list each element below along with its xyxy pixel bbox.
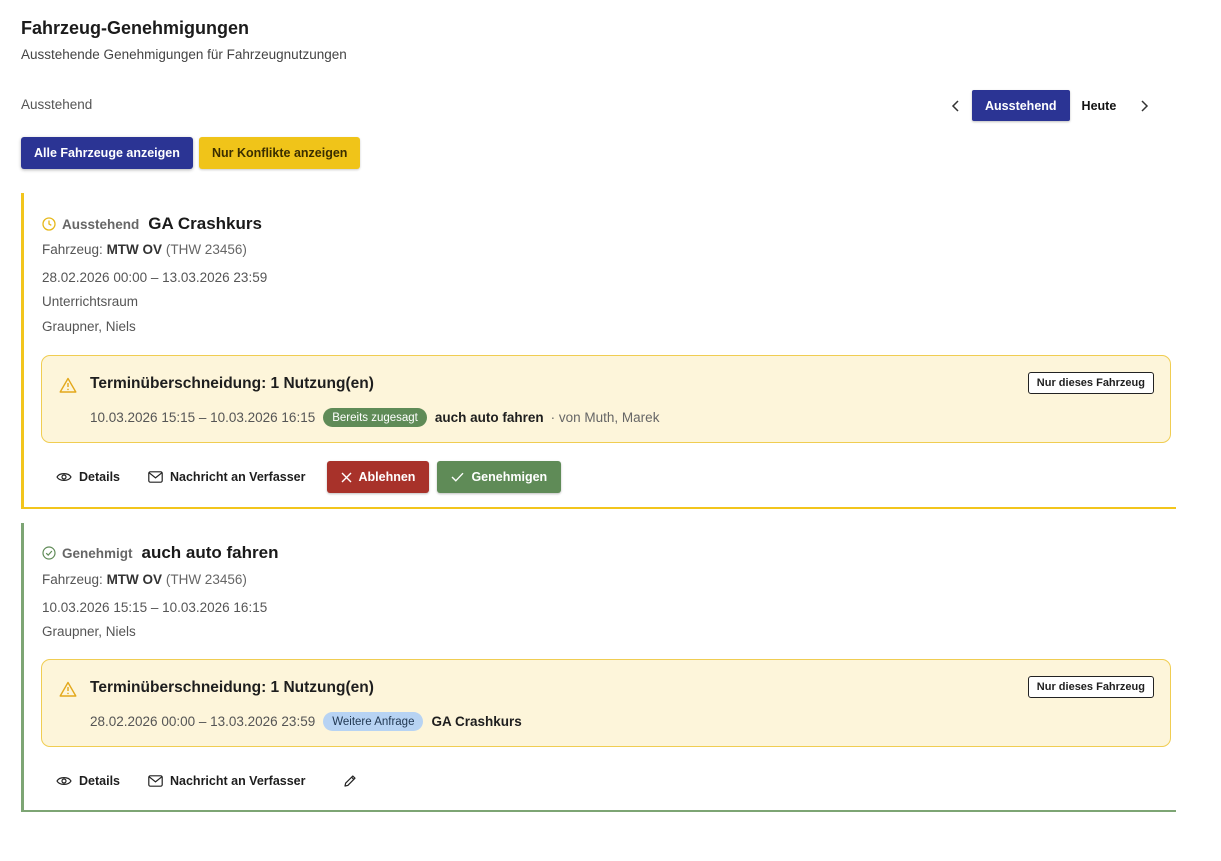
card-title: auch auto fahren (141, 543, 279, 562)
filter-label: Ausstehend (21, 97, 93, 112)
check-icon (451, 472, 464, 482)
location: Unterrichtsraum (42, 294, 139, 309)
message-label: Nachricht an Verfasser (170, 774, 306, 788)
card-header: Ausstehend GA Crashkurs (42, 214, 262, 234)
period-nav: Ausstehend Heute (940, 90, 1160, 121)
page-subtitle: Ausstehende Genehmigungen für Fahrzeugnu… (21, 47, 347, 62)
conflict-event-name: auch auto fahren (434, 410, 544, 425)
vehicle-name: MTW OV (106, 572, 163, 587)
warning-icon (59, 681, 77, 697)
vehicle-info: Fahrzeug: MTW OV (THW 23456) (42, 572, 247, 587)
chevron-left-icon (951, 99, 959, 112)
conflict-title: Terminüberschneidung: 1 Nutzung(en) (90, 679, 374, 696)
show-all-vehicles-button[interactable]: Alle Fahrzeuge anzeigen (21, 137, 193, 169)
nav-today-button[interactable]: Heute (1070, 90, 1129, 121)
check-circle-icon (42, 546, 56, 560)
conflict-title: Terminüberschneidung: 1 Nutzung(en) (90, 375, 374, 392)
details-label: Details (79, 470, 120, 484)
vehicle-code: (THW 23456) (165, 572, 247, 587)
edit-button[interactable] (334, 765, 366, 797)
status-badge: Bereits zugesagt (323, 408, 427, 427)
card-header: Genehmigt auch auto fahren (42, 543, 278, 563)
reject-button[interactable]: Ablehnen (326, 461, 430, 493)
conflict-author: · von Muth, Marek (550, 410, 660, 425)
conflict-box: Terminüberschneidung: 1 Nutzung(en) Nur … (41, 659, 1171, 747)
message-author-button[interactable]: Nachricht an Verfasser (134, 765, 320, 797)
chevron-right-icon (1141, 99, 1149, 112)
vehicle-name: MTW OV (106, 242, 163, 257)
card-actions: Details Nachricht an Verfasser (42, 765, 366, 797)
approval-card-approved: Genehmigt auch auto fahren Fahrzeug: MTW… (21, 523, 1176, 812)
approve-label: Genehmigen (471, 470, 548, 484)
reject-label: Ablehnen (358, 470, 416, 484)
vehicle-info: Fahrzeug: MTW OV (THW 23456) (42, 242, 247, 257)
show-only-conflicts-button[interactable]: Nur Konflikte anzeigen (199, 137, 361, 169)
nav-pending-button[interactable]: Ausstehend (972, 90, 1070, 121)
close-icon (341, 472, 351, 482)
vehicle-label: Fahrzeug: (42, 572, 103, 587)
conflict-time-range: 10.03.2026 15:15 – 10.03.2026 16:15 (90, 410, 316, 425)
conflict-event-name: GA Crashkurs (431, 714, 522, 729)
only-this-vehicle-button[interactable]: Nur dieses Fahrzeug (1027, 372, 1154, 394)
conflict-entry: 10.03.2026 15:15 – 10.03.2026 16:15 Bere… (90, 408, 659, 427)
message-author-button[interactable]: Nachricht an Verfasser (134, 461, 320, 493)
only-this-vehicle-button[interactable]: Nur dieses Fahrzeug (1027, 676, 1154, 698)
prev-arrow-button[interactable] (940, 90, 972, 121)
details-button[interactable]: Details (42, 461, 134, 493)
approve-button[interactable]: Genehmigen (437, 461, 562, 493)
card-actions: Details Nachricht an Verfasser Ablehnen … (42, 461, 562, 493)
status-badge: Genehmigt (62, 545, 133, 561)
conflict-entry: 28.02.2026 00:00 – 13.03.2026 23:59 Weit… (90, 712, 522, 731)
details-label: Details (79, 774, 120, 788)
warning-icon (59, 377, 77, 393)
status-badge: Ausstehend (62, 216, 140, 232)
clock-icon (42, 217, 56, 231)
vehicle-label: Fahrzeug: (42, 242, 103, 257)
card-title: GA Crashkurs (148, 214, 262, 233)
pencil-icon (343, 775, 356, 787)
vehicle-code: (THW 23456) (165, 242, 247, 257)
conflict-box: Terminüberschneidung: 1 Nutzung(en) Nur … (41, 355, 1171, 443)
details-button[interactable]: Details (42, 765, 134, 797)
time-range: 10.03.2026 15:15 – 10.03.2026 16:15 (42, 600, 268, 615)
eye-icon (56, 473, 72, 481)
next-arrow-button[interactable] (1128, 90, 1160, 121)
approval-card-pending: Ausstehend GA Crashkurs Fahrzeug: MTW OV… (21, 193, 1176, 509)
status-badge: Weitere Anfrage (323, 712, 424, 731)
time-range: 28.02.2026 00:00 – 13.03.2026 23:59 (42, 270, 268, 285)
requester-name: Graupner, Niels (42, 624, 136, 639)
mail-icon (148, 471, 163, 483)
requester-name: Graupner, Niels (42, 319, 136, 334)
conflict-time-range: 28.02.2026 00:00 – 13.03.2026 23:59 (90, 714, 316, 729)
message-label: Nachricht an Verfasser (170, 470, 306, 484)
mail-icon (148, 775, 163, 787)
page-title: Fahrzeug-Genehmigungen (21, 18, 250, 38)
eye-icon (56, 777, 72, 785)
